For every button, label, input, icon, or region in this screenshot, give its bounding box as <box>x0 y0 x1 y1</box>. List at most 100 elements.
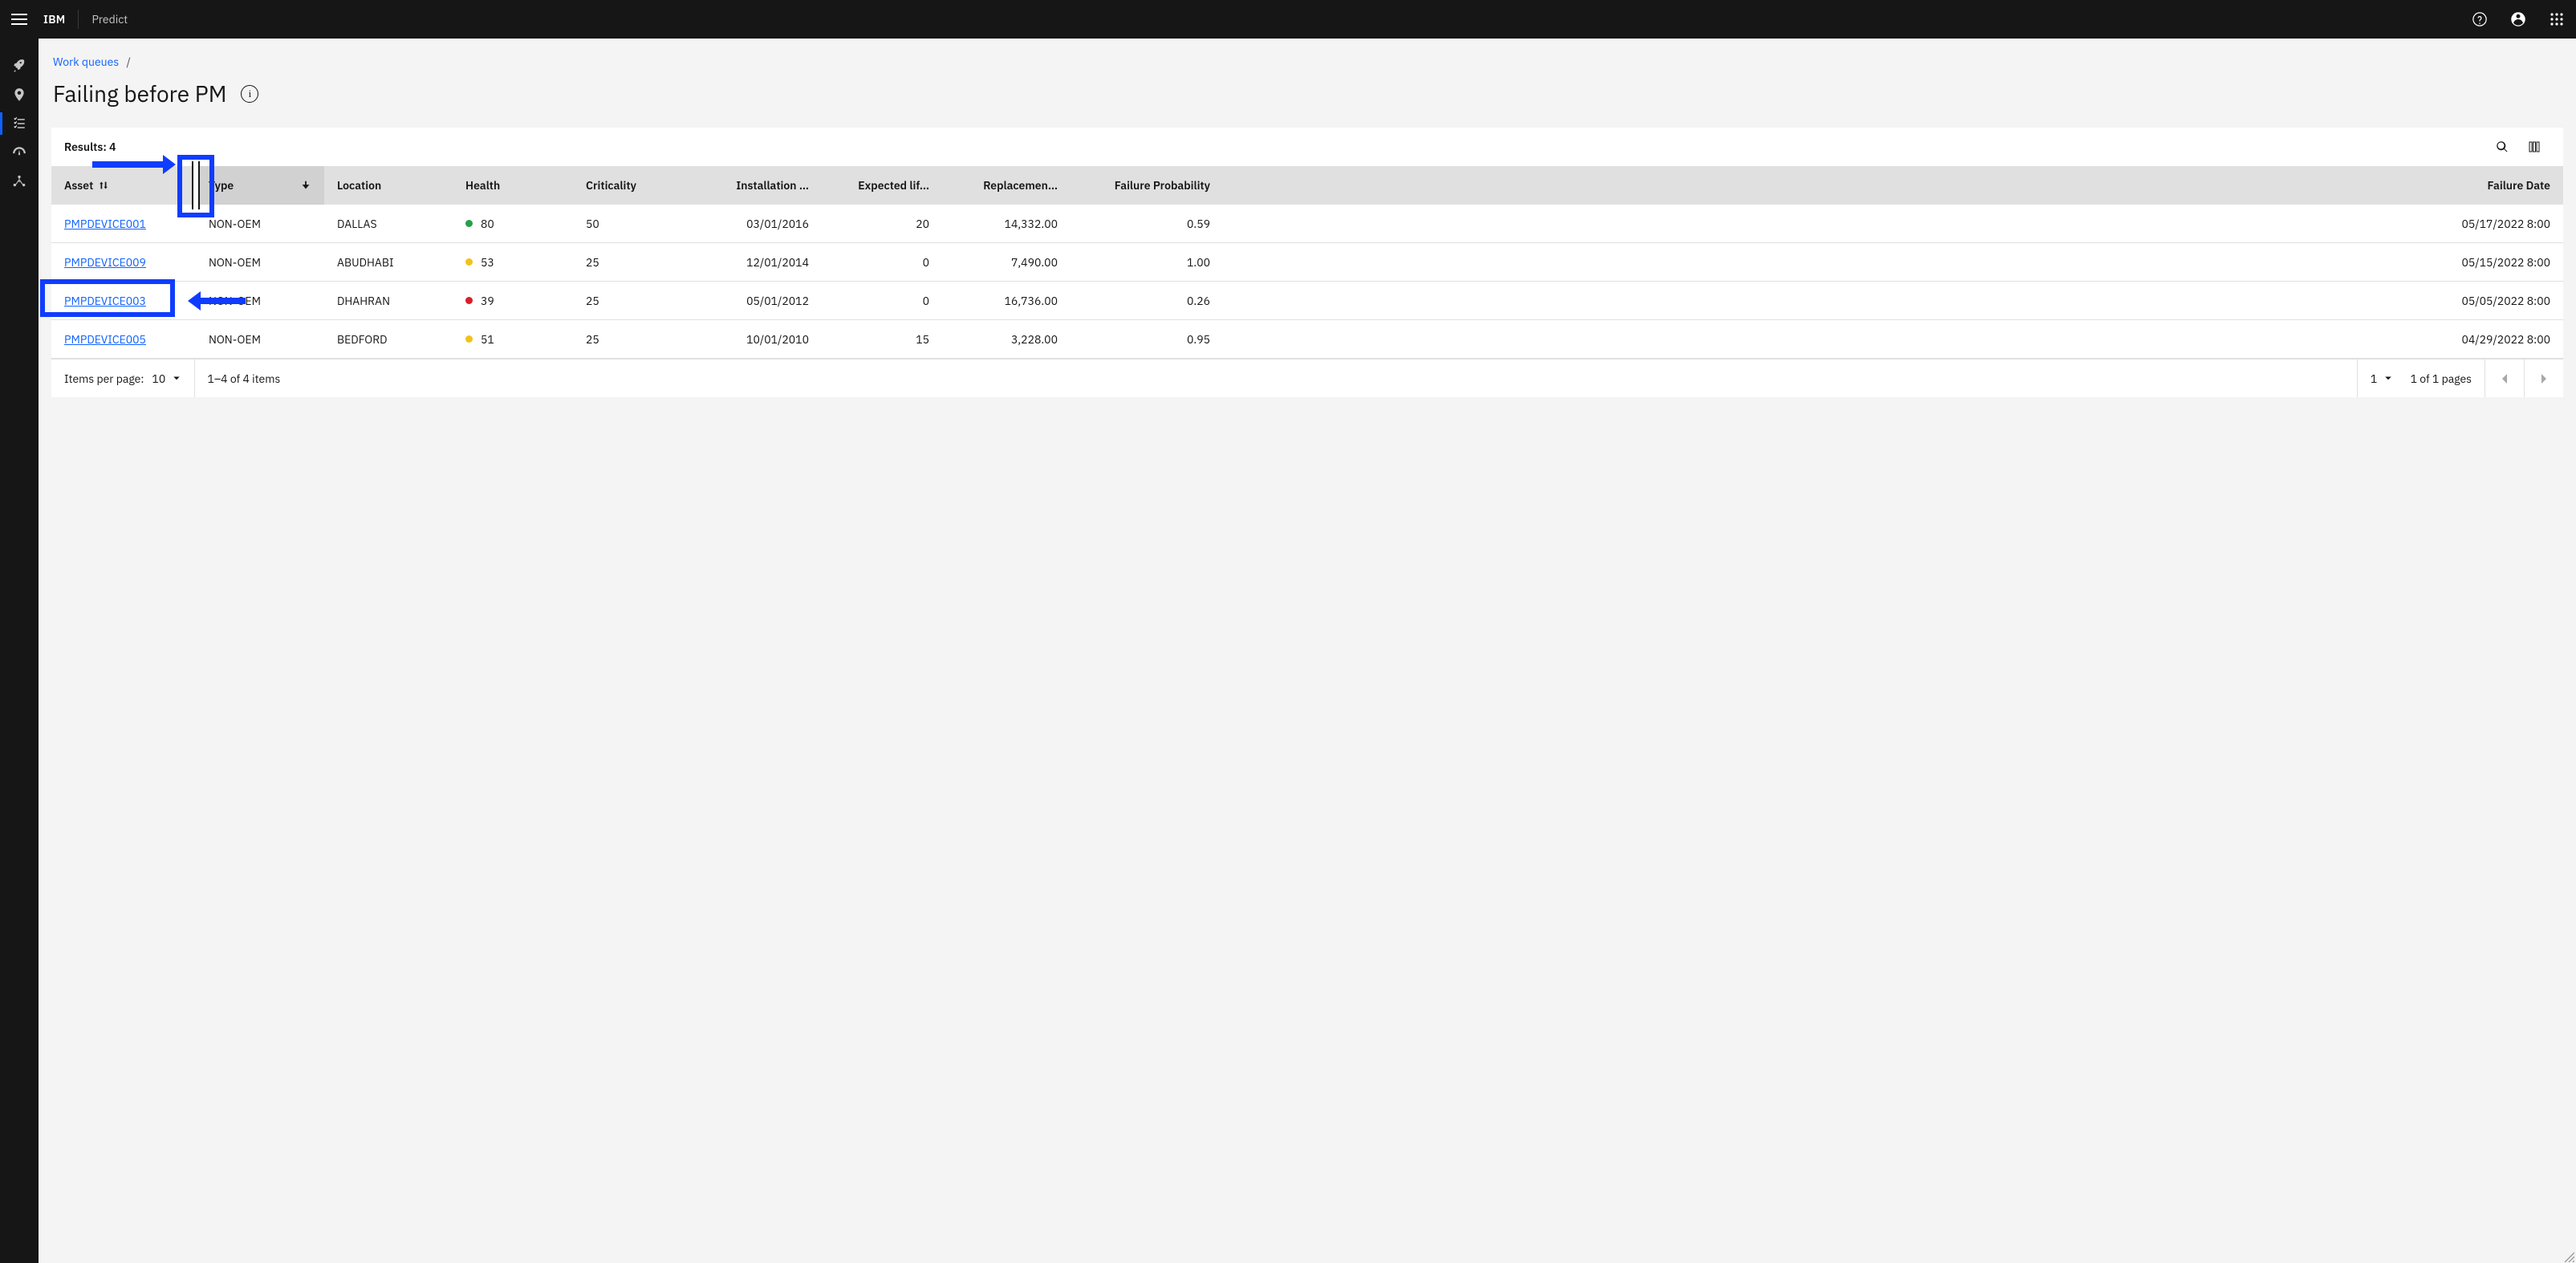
user-button[interactable] <box>2499 0 2537 39</box>
cell-type: NON-OEM <box>196 243 324 281</box>
column-header-health[interactable]: Health <box>453 166 573 205</box>
cell-location: BEDFORD <box>324 320 453 358</box>
caret-left-icon <box>2501 374 2509 384</box>
search-button[interactable] <box>2486 131 2518 163</box>
column-label: Location <box>337 178 381 193</box>
asset-link[interactable]: PMPDEVICE001 <box>64 217 146 231</box>
cell-expected-life: 15 <box>822 320 942 358</box>
column-header-installation[interactable]: Installation … <box>693 166 822 205</box>
cell-expected-life: 0 <box>822 243 942 281</box>
cell-location: DALLAS <box>324 205 453 242</box>
asset-link[interactable]: PMPDEVICE009 <box>64 255 146 270</box>
column-label: Failure Probability <box>1115 178 1210 193</box>
cell-asset: PMPDEVICE009 <box>51 243 196 281</box>
left-nav <box>0 39 39 1263</box>
column-label: Expected lif… <box>858 178 929 193</box>
page-title: Failing before PM <box>53 79 226 108</box>
cell-replacement: 7,490.00 <box>942 243 1071 281</box>
menu-button[interactable] <box>0 0 39 39</box>
chevron-down-icon <box>2380 373 2393 383</box>
column-header-location[interactable]: Location <box>324 166 453 205</box>
cell-health: 39 <box>453 282 573 319</box>
cell-health: 51 <box>453 320 573 358</box>
nav-item-location[interactable] <box>0 80 39 109</box>
cell-replacement: 16,736.00 <box>942 282 1071 319</box>
table-body: PMPDEVICE001NON-OEMDALLAS805003/01/20162… <box>51 205 2563 359</box>
cell-type: NON-OEM <box>196 205 324 242</box>
cell-criticality: 25 <box>573 282 693 319</box>
cell-failure-date: 05/17/2022 8:00 <box>1223 205 2563 242</box>
cell-replacement: 3,228.00 <box>942 320 1071 358</box>
column-label: Health <box>465 178 500 193</box>
health-status-dot <box>465 297 473 304</box>
main-content: Work queues / Failing before PM i Result… <box>39 39 2576 1263</box>
cell-asset: PMPDEVICE001 <box>51 205 196 242</box>
cell-expected-life: 20 <box>822 205 942 242</box>
cell-installation: 10/01/2010 <box>693 320 822 358</box>
cell-installation: 05/01/2012 <box>693 282 822 319</box>
breadcrumb: Work queues / <box>53 55 2563 69</box>
cell-type: NON-OEM <box>196 320 324 358</box>
cell-health: 53 <box>453 243 573 281</box>
app-switcher-button[interactable] <box>2537 0 2576 39</box>
cell-installation: 12/01/2014 <box>693 243 822 281</box>
breadcrumb-separator: / <box>121 55 135 69</box>
column-header-replacement[interactable]: Replacemen… <box>942 166 1071 205</box>
hamburger-icon <box>11 11 27 27</box>
rocket-icon <box>12 59 26 73</box>
cell-expected-life: 0 <box>822 282 942 319</box>
caret-right-icon <box>2540 374 2548 384</box>
help-icon <box>2472 11 2488 27</box>
brand-label: IBM <box>39 12 78 26</box>
cell-failure-probability: 0.59 <box>1071 205 1223 242</box>
asset-link[interactable]: PMPDEVICE003 <box>64 294 146 308</box>
cell-failure-date: 05/15/2022 8:00 <box>1223 243 2563 281</box>
items-per-page-select[interactable]: 10 <box>152 372 181 386</box>
cell-asset: PMPDEVICE003 <box>51 282 196 319</box>
table-header-row: Asset Type Location Health Criticality <box>51 166 2563 205</box>
column-settings-button[interactable] <box>2518 131 2550 163</box>
health-status-dot <box>465 220 473 227</box>
pagination-bar: Items per page: 10 1–4 of 4 items 1 <box>51 359 2563 397</box>
help-button[interactable] <box>2460 0 2499 39</box>
cell-criticality: 25 <box>573 243 693 281</box>
column-header-type[interactable]: Type <box>196 166 324 205</box>
items-per-page-label: Items per page: <box>64 372 144 386</box>
column-label: Replacemen… <box>983 178 1058 193</box>
prev-page-button[interactable] <box>2485 359 2524 398</box>
page-select[interactable]: 1 <box>2371 372 2393 386</box>
column-header-failure-probability[interactable]: Failure Probability <box>1071 166 1223 205</box>
asset-link[interactable]: PMPDEVICE005 <box>64 332 146 347</box>
cell-failure-probability: 1.00 <box>1071 243 1223 281</box>
health-status-dot <box>465 258 473 266</box>
search-icon <box>2496 140 2509 153</box>
column-label: Installation … <box>736 178 809 193</box>
info-icon[interactable]: i <box>241 85 258 103</box>
items-range: 1–4 of 4 items <box>208 372 281 386</box>
user-avatar-icon <box>2510 11 2526 27</box>
cell-location: ABUDHABI <box>324 243 453 281</box>
column-header-criticality[interactable]: Criticality <box>573 166 693 205</box>
cell-failure-probability: 0.26 <box>1071 282 1223 319</box>
results-count: Results: 4 <box>64 140 116 154</box>
nav-item-tasks[interactable] <box>0 109 39 138</box>
breadcrumb-link-work-queues[interactable]: Work queues <box>53 55 119 69</box>
table-toolbar: Results: 4 <box>51 128 2563 166</box>
column-header-failure-date[interactable]: Failure Date <box>1223 166 2563 205</box>
column-label: Type <box>209 178 234 193</box>
column-header-expected-life[interactable]: Expected lif… <box>822 166 942 205</box>
column-label: Criticality <box>586 178 636 193</box>
nav-item-rocket[interactable] <box>0 51 39 80</box>
cell-criticality: 25 <box>573 320 693 358</box>
items-per-page-value: 10 <box>152 372 165 386</box>
nav-item-model[interactable] <box>0 167 39 196</box>
sort-both-icon <box>98 180 109 191</box>
column-header-asset[interactable]: Asset <box>51 166 196 205</box>
results-table-card: Results: 4 Asset Type <box>51 128 2563 397</box>
cell-failure-date: 05/05/2022 8:00 <box>1223 282 2563 319</box>
gauge-icon <box>12 145 26 160</box>
grid-icon <box>2550 12 2564 26</box>
nav-item-gauge[interactable] <box>0 138 39 167</box>
next-page-button[interactable] <box>2525 359 2563 398</box>
location-pin-icon <box>12 87 26 102</box>
